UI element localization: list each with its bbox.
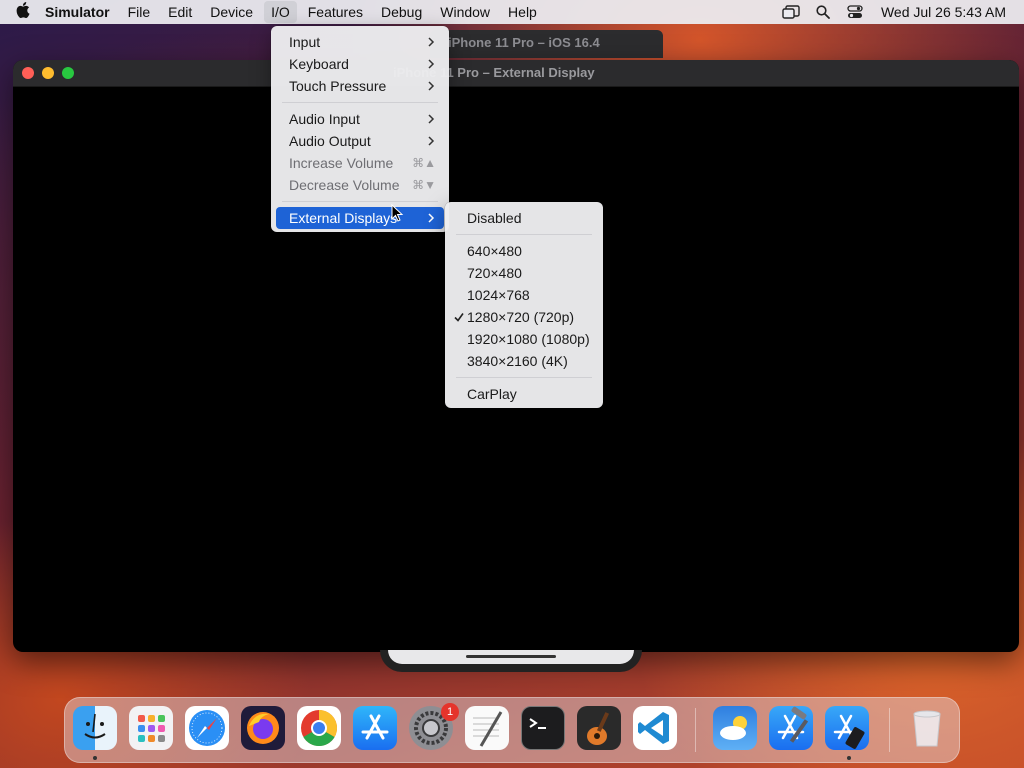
notification-badge: 1 [441, 703, 459, 721]
zoom-button[interactable] [62, 67, 74, 79]
menu-item-label: Touch Pressure [289, 78, 387, 94]
menu-item-640x480[interactable]: 640×480 [450, 240, 598, 262]
menu-io[interactable]: I/O [264, 1, 297, 23]
menu-item-audio-input[interactable]: Audio Input [276, 108, 444, 130]
menu-item-1920x1080[interactable]: 1920×1080 (1080p) [450, 328, 598, 350]
menu-item-label: Audio Output [289, 133, 371, 149]
menu-bar-clock[interactable]: Wed Jul 26 5:43 AM [881, 4, 1006, 20]
safari-icon[interactable] [185, 706, 229, 750]
menu-edit[interactable]: Edit [161, 1, 199, 23]
stage-manager-icon[interactable] [778, 1, 804, 23]
launchpad-icon[interactable] [129, 706, 173, 750]
control-center-icon[interactable] [842, 1, 868, 23]
background-simulator-window[interactable]: iPhone 11 Pro – iOS 16.4 [430, 30, 663, 58]
menu-separator [282, 201, 438, 202]
menu-item-keyboard[interactable]: Keyboard [276, 53, 444, 75]
shortcut-label: ⌘▼ [412, 178, 436, 192]
menu-item-label: Decrease Volume [289, 177, 400, 193]
menu-item-label: External Displays [289, 210, 398, 226]
finder-icon[interactable] [73, 706, 117, 750]
menu-separator [282, 102, 438, 103]
xcode-icon[interactable] [769, 706, 813, 750]
menu-item-label: 1280×720 (720p) [467, 309, 575, 325]
menu-item-720x480[interactable]: 720×480 [450, 262, 598, 284]
dock-separator [889, 708, 890, 752]
menu-item-input[interactable]: Input [276, 31, 444, 53]
menu-item-disabled[interactable]: Disabled [450, 207, 598, 229]
chevron-right-icon [428, 136, 435, 146]
menu-item-1024x768[interactable]: 1024×768 [450, 284, 598, 306]
menu-device[interactable]: Device [203, 1, 260, 23]
minimize-button[interactable] [42, 67, 54, 79]
spotlight-search-icon[interactable] [810, 1, 836, 23]
menu-item-label: Input [289, 34, 321, 50]
menu-item-audio-output[interactable]: Audio Output [276, 130, 444, 152]
menu-item-label: Audio Input [289, 111, 360, 127]
menu-separator [456, 234, 592, 235]
window-title-bar[interactable]: iPhone 11 Pro – External Display [13, 60, 1019, 87]
chevron-right-icon [428, 114, 435, 124]
menu-item-carplay[interactable]: CarPlay [450, 383, 598, 405]
io-menu: Input Keyboard Touch Pressure Audio Inpu… [271, 26, 449, 232]
apple-menu-icon[interactable] [10, 2, 36, 22]
menu-item-touch-pressure[interactable]: Touch Pressure [276, 75, 444, 97]
terminal-icon[interactable] [521, 706, 565, 750]
menu-item-label: Increase Volume [289, 155, 394, 171]
chevron-right-icon [428, 37, 435, 47]
running-indicator [847, 756, 851, 760]
menu-window[interactable]: Window [433, 1, 497, 23]
menu-help[interactable]: Help [501, 1, 544, 23]
simulator-icon[interactable] [825, 706, 869, 750]
firefox-icon[interactable] [241, 706, 285, 750]
app-store-icon[interactable] [353, 706, 397, 750]
menu-item-label: Keyboard [289, 56, 349, 72]
menu-file[interactable]: File [121, 1, 158, 23]
textedit-icon[interactable] [465, 706, 509, 750]
chevron-right-icon [428, 213, 435, 223]
menu-debug[interactable]: Debug [374, 1, 429, 23]
vscode-icon[interactable] [633, 706, 677, 750]
running-indicator [93, 756, 97, 760]
dock-separator [695, 708, 696, 752]
menu-bar: Simulator File Edit Device I/O Features … [0, 0, 1024, 24]
shortcut-label: ⌘▲ [412, 156, 436, 170]
garageband-icon[interactable] [577, 706, 621, 750]
chevron-right-icon [428, 81, 435, 91]
checkmark-icon [454, 313, 464, 322]
menu-app-simulator[interactable]: Simulator [38, 1, 117, 23]
menu-separator [456, 377, 592, 378]
menu-item-3840x2160[interactable]: 3840×2160 (4K) [450, 350, 598, 372]
menu-item-external-displays[interactable]: External Displays [276, 207, 444, 229]
close-button[interactable] [22, 67, 34, 79]
chevron-right-icon [428, 59, 435, 69]
menu-item-1280x720[interactable]: 1280×720 (720p) [450, 306, 598, 328]
weather-icon[interactable] [713, 706, 757, 750]
menu-item-decrease-volume[interactable]: Decrease Volume ⌘▼ [276, 174, 444, 196]
external-displays-submenu: Disabled 640×480 720×480 1024×768 1280×7… [445, 202, 603, 408]
menu-features[interactable]: Features [301, 1, 370, 23]
trash-icon[interactable] [905, 706, 949, 750]
dock [64, 697, 960, 763]
chrome-icon[interactable] [297, 706, 341, 750]
home-indicator[interactable] [466, 655, 556, 658]
menu-item-increase-volume[interactable]: Increase Volume ⌘▲ [276, 152, 444, 174]
mouse-cursor-icon [391, 204, 404, 222]
